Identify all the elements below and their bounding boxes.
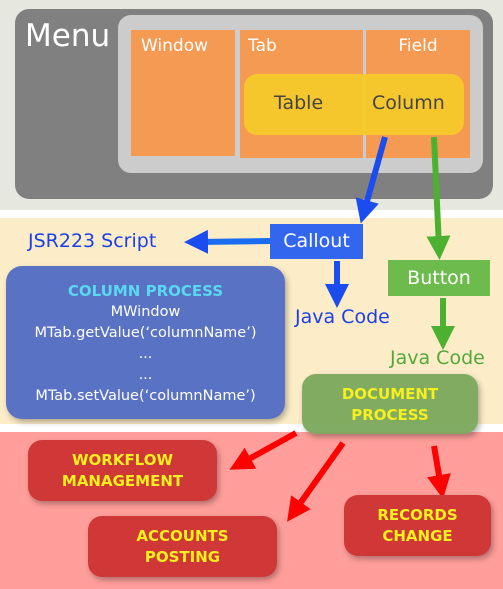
callout-java-code-label: Java Code bbox=[295, 306, 390, 328]
arrow-column-to-callout bbox=[355, 136, 388, 224]
records-line: CHANGE bbox=[382, 527, 453, 545]
arrow-doc-to-workflow bbox=[229, 430, 298, 470]
accounts-posting-box: ACCOUNTS POSTING bbox=[88, 516, 277, 577]
document-process-line: DOCUMENT bbox=[341, 385, 439, 403]
arrow-doc-to-records bbox=[427, 445, 451, 499]
arrow-doc-to-accounts bbox=[287, 441, 346, 522]
column-process-line: MTab.getValue(‘columnName’) bbox=[34, 325, 257, 341]
jsr223-script-label: JSR223 Script bbox=[28, 230, 157, 252]
button-box: Button bbox=[388, 260, 490, 296]
document-process-box: DOCUMENT PROCESS bbox=[302, 374, 478, 434]
accounts-line: POSTING bbox=[144, 548, 221, 566]
column-process-line: ... bbox=[138, 367, 153, 383]
column-process-title: COLUMN PROCESS bbox=[67, 282, 224, 300]
workflow-line: WORKFLOW bbox=[71, 451, 174, 469]
button-java-code-label: Java Code bbox=[390, 347, 485, 369]
records-line: RECORDS bbox=[377, 506, 458, 524]
callout-box: Callout bbox=[270, 224, 363, 259]
arrow-column-to-button bbox=[426, 136, 451, 260]
arrow-callout-to-script bbox=[184, 229, 271, 254]
workflow-line: MANAGEMENT bbox=[61, 472, 184, 490]
column-process-line: ... bbox=[138, 346, 153, 362]
column-process-box: COLUMN PROCESS MWindow MTab.getValue(‘co… bbox=[6, 266, 285, 419]
column-process-line: MWindow bbox=[110, 304, 181, 320]
records-change-box: RECORDS CHANGE bbox=[344, 495, 491, 556]
accounts-line: ACCOUNTS bbox=[136, 527, 229, 545]
column-process-line: MTab.setValue(‘columnName’) bbox=[35, 388, 256, 404]
workflow-management-box: WORKFLOW MANAGEMENT bbox=[28, 440, 217, 501]
document-process-line: PROCESS bbox=[351, 406, 429, 424]
